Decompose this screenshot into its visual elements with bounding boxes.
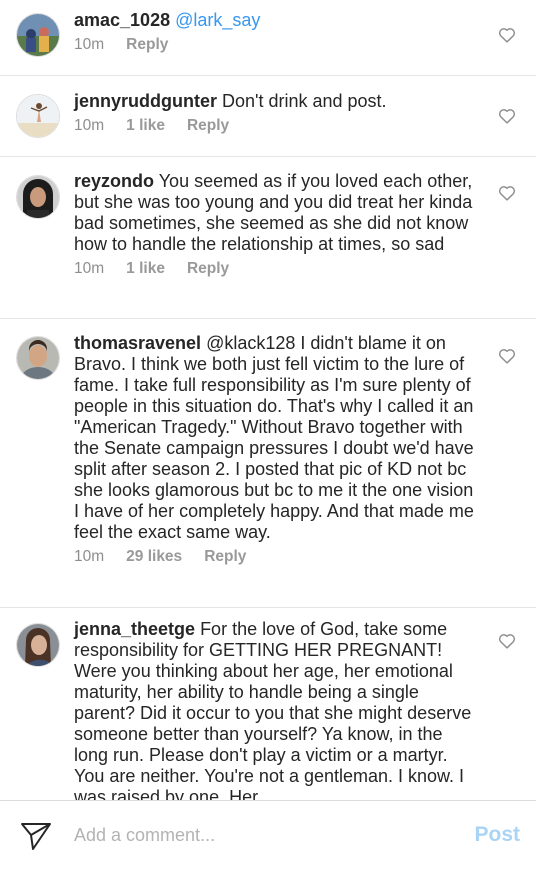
- heart-outline-icon[interactable]: [498, 185, 516, 201]
- likes-count[interactable]: 29 likes: [126, 548, 182, 565]
- comment-meta: 10m Reply: [74, 36, 474, 54]
- comment-text: jenna_theetge For the love of God, take …: [74, 619, 474, 800]
- mention-link[interactable]: @lark_say: [175, 10, 260, 30]
- comment-item: jennyruddgunter Don't drink and post. 10…: [0, 76, 536, 157]
- likes-count[interactable]: 1 like: [126, 117, 165, 134]
- comment-time: 10m: [74, 260, 105, 277]
- avatar[interactable]: [16, 623, 60, 667]
- comment-username[interactable]: jenna_theetge: [74, 619, 195, 639]
- comment-text: thomasravenel @klack128 I didn't blame i…: [74, 333, 474, 543]
- reply-button[interactable]: Reply: [187, 260, 229, 277]
- comment-username[interactable]: amac_1028: [74, 10, 170, 30]
- heart-outline-icon[interactable]: [498, 108, 516, 124]
- comment-time: 10m: [74, 548, 105, 565]
- heart-outline-icon[interactable]: [498, 27, 516, 43]
- comment-meta: 10m 1 like Reply: [74, 260, 474, 278]
- comment-text: jennyruddgunter Don't drink and post.: [74, 91, 474, 112]
- avatar[interactable]: [16, 94, 60, 138]
- reply-button[interactable]: Reply: [204, 548, 246, 565]
- reply-button[interactable]: Reply: [126, 36, 168, 53]
- heart-outline-icon[interactable]: [498, 633, 516, 649]
- comments-list: amac_1028 @lark_say 10m Reply jennyruddgu…: [0, 0, 536, 800]
- avatar[interactable]: [16, 336, 60, 380]
- avatar[interactable]: [16, 175, 60, 219]
- post-button[interactable]: Post: [474, 823, 520, 847]
- comment-meta: 10m 1 like Reply: [74, 117, 474, 135]
- comment-username[interactable]: thomasravenel: [74, 333, 201, 353]
- comment-body: Don't drink and post.: [222, 91, 387, 111]
- comment-input[interactable]: [74, 825, 444, 846]
- comment-username[interactable]: jennyruddgunter: [74, 91, 217, 111]
- comment-username[interactable]: reyzondo: [74, 171, 154, 191]
- comment-item: jenna_theetge For the love of God, take …: [0, 608, 536, 800]
- comment-text: reyzondo You seemed as if you loved each…: [74, 171, 474, 255]
- likes-count[interactable]: 1 like: [126, 260, 165, 277]
- comment-body: For the love of God, take some responsib…: [74, 619, 472, 800]
- comment-text: amac_1028 @lark_say: [74, 10, 474, 31]
- comment-item: reyzondo You seemed as if you loved each…: [0, 157, 536, 319]
- comment-meta: 10m 29 likes Reply: [74, 548, 474, 566]
- paper-plane-icon[interactable]: [20, 821, 52, 851]
- avatar[interactable]: [16, 13, 60, 57]
- comment-body: @klack128 I didn't blame it on Bravo. I …: [74, 333, 474, 542]
- reply-button[interactable]: Reply: [187, 117, 229, 134]
- comment-item: thomasravenel @klack128 I didn't blame i…: [0, 319, 536, 608]
- comment-composer: Post: [0, 800, 536, 870]
- comment-time: 10m: [74, 36, 105, 53]
- comment-item: amac_1028 @lark_say 10m Reply: [0, 0, 536, 76]
- comment-time: 10m: [74, 117, 105, 134]
- heart-outline-icon[interactable]: [498, 348, 516, 364]
